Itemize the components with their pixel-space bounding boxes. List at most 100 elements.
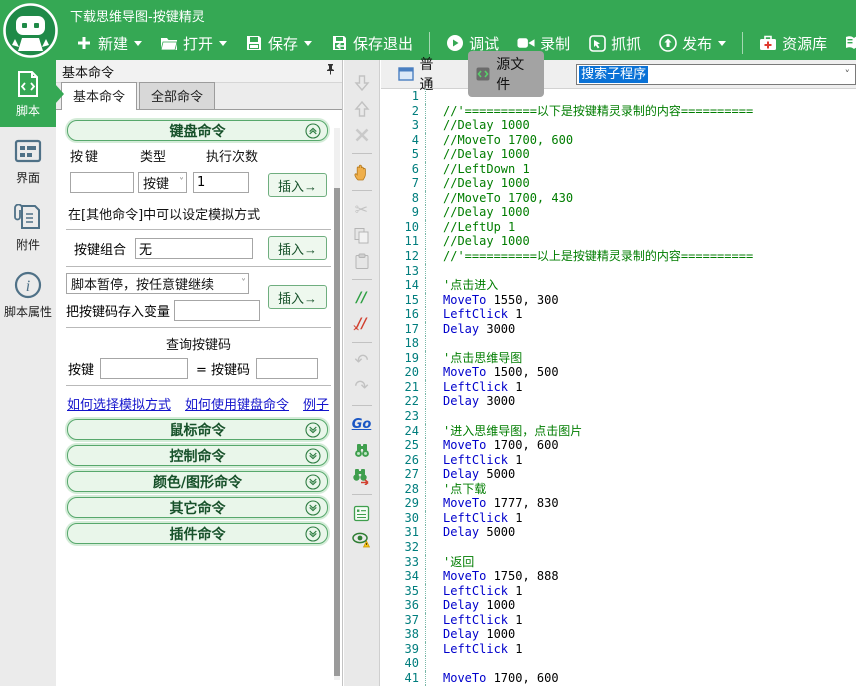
capture-icon — [588, 34, 606, 52]
sidebar-item-attachment[interactable]: 附件 — [0, 194, 56, 261]
code-line[interactable]: 23 — [381, 409, 856, 424]
code-line[interactable]: 11//Delay 1000 — [381, 234, 856, 249]
code-line[interactable]: 34MoveTo 1750, 888 — [381, 569, 856, 584]
toolbar-new-button[interactable]: 新建 — [68, 31, 149, 56]
link-how-to-choose-simulation[interactable]: 如何选择模拟方式 — [67, 394, 171, 413]
chevron-down-icon[interactable] — [304, 41, 312, 46]
code-line[interactable]: 39LeftClick 1 — [381, 642, 856, 657]
subroutine-combobox[interactable]: 搜索子程序 ˅ — [576, 64, 856, 85]
code-line[interactable]: 18 — [381, 336, 856, 351]
script-list-icon[interactable] — [351, 503, 373, 523]
code-text: //MoveTo 1700, 430 — [426, 191, 573, 206]
code-line[interactable]: 30LeftClick 1 — [381, 511, 856, 526]
expand-section-icon[interactable] — [305, 474, 321, 490]
uncomment-icon[interactable]: //✕ — [351, 314, 373, 334]
pause-mode-select[interactable]: 脚本暂停，按任意键继续 ˅ — [66, 273, 249, 294]
code-area[interactable]: 12//'==========以下是按键精灵录制的内容==========3//… — [381, 89, 856, 686]
sidebar-item-ui[interactable]: 界面 — [0, 127, 56, 194]
code-line[interactable]: 32 — [381, 540, 856, 555]
code-line[interactable]: 7//Delay 1000 — [381, 176, 856, 191]
code-line[interactable]: 19'点击思维导图 — [381, 351, 856, 366]
toolbar-capture-button[interactable]: 抓抓 — [581, 31, 648, 56]
key-type-select[interactable]: 按键 ˅ — [138, 172, 187, 193]
expand-section-icon[interactable] — [305, 526, 321, 542]
code-line[interactable]: 6//LeftDown 1 — [381, 162, 856, 177]
code-line[interactable]: 13 — [381, 264, 856, 279]
section-other-commands[interactable]: 其它命令 — [67, 497, 328, 518]
code-line[interactable]: 33'返回 — [381, 555, 856, 570]
link-example[interactable]: 例子 — [303, 394, 329, 413]
tab-basic-commands[interactable]: 基本命令 — [61, 82, 137, 110]
code-line[interactable]: 2//'==========以下是按键精灵录制的内容========== — [381, 104, 856, 119]
find-next-icon[interactable] — [351, 466, 373, 486]
section-color-graphic-commands[interactable]: 颜色/图形命令 — [67, 471, 328, 492]
code-line[interactable]: 27Delay 5000 — [381, 467, 856, 482]
code-line[interactable]: 26LeftClick 1 — [381, 453, 856, 468]
panel-scrollbar[interactable] — [334, 128, 340, 680]
expand-section-icon[interactable] — [305, 500, 321, 516]
code-line[interactable]: 14'点击进入 — [381, 278, 856, 293]
expand-section-icon[interactable] — [305, 422, 321, 438]
link-how-to-use-keyboard-commands[interactable]: 如何使用键盘命令 — [185, 394, 289, 413]
section-control-commands[interactable]: 控制命令 — [67, 445, 328, 466]
code-line[interactable]: 4//MoveTo 1700, 600 — [381, 133, 856, 148]
code-line[interactable]: 5//Delay 1000 — [381, 147, 856, 162]
code-line[interactable]: 12//'==========以上是按键精灵录制的内容========== — [381, 249, 856, 264]
code-line[interactable]: 36Delay 1000 — [381, 598, 856, 613]
tab-all-commands[interactable]: 全部命令 — [139, 82, 215, 109]
insert-combo-button[interactable]: 插入→ — [268, 236, 327, 260]
key-input[interactable] — [70, 172, 134, 193]
section-keyboard-commands[interactable]: 键盘命令 — [67, 120, 328, 141]
pin-icon[interactable] — [325, 63, 336, 79]
watch-icon[interactable] — [351, 529, 373, 549]
query-key-input[interactable] — [100, 358, 188, 379]
code-line[interactable]: 35LeftClick 1 — [381, 584, 856, 599]
code-line[interactable]: 40 — [381, 656, 856, 671]
code-line[interactable]: 29MoveTo 1777, 830 — [381, 496, 856, 511]
query-keycode-input[interactable] — [256, 358, 318, 379]
section-plugin-commands[interactable]: 插件命令 — [67, 523, 328, 544]
line-number: 41 — [381, 671, 426, 686]
code-line[interactable]: 24'进入思维导图，点击图片 — [381, 424, 856, 439]
code-line[interactable]: 8//MoveTo 1700, 430 — [381, 191, 856, 206]
code-line[interactable]: 15MoveTo 1550, 300 — [381, 293, 856, 308]
toolbar-open-button[interactable]: 打开 — [153, 31, 234, 56]
section-mouse-commands[interactable]: 鼠标命令 — [67, 419, 328, 440]
code-line[interactable]: 1 — [381, 89, 856, 104]
insert-key-button[interactable]: 插入→ — [268, 173, 327, 197]
insert-pause-button[interactable]: 插入→ — [268, 285, 327, 309]
goto-icon[interactable]: Go — [351, 414, 373, 434]
comment-icon[interactable]: // — [351, 288, 373, 308]
code-line[interactable]: 9//Delay 1000 — [381, 205, 856, 220]
code-line[interactable]: 37LeftClick 1 — [381, 613, 856, 628]
count-input[interactable] — [193, 172, 249, 193]
scrollbar-thumb[interactable] — [334, 188, 340, 676]
code-line[interactable]: 3//Delay 1000 — [381, 118, 856, 133]
code-line[interactable]: 28'点下载 — [381, 482, 856, 497]
code-line[interactable]: 20MoveTo 1500, 500 — [381, 365, 856, 380]
code-line[interactable]: 25MoveTo 1700, 600 — [381, 438, 856, 453]
chevron-down-icon[interactable] — [718, 41, 726, 46]
toolbar-resource-button[interactable]: 资源库 — [752, 31, 834, 56]
sidebar-item-script-props[interactable]: i脚本属性 — [0, 261, 56, 328]
code-line[interactable]: 38Delay 1000 — [381, 627, 856, 642]
code-line[interactable]: 16LeftClick 1 — [381, 307, 856, 322]
chevron-down-icon[interactable] — [134, 41, 142, 46]
toolbar-save-button[interactable]: 保存 — [238, 31, 319, 56]
code-line[interactable]: 31Delay 5000 — [381, 525, 856, 540]
store-keycode-input[interactable] — [174, 300, 260, 321]
toolbar-publish-button[interactable]: 发布 — [652, 31, 733, 56]
code-line[interactable]: 22Delay 3000 — [381, 394, 856, 409]
chevron-down-icon[interactable] — [219, 41, 227, 46]
find-icon[interactable] — [351, 440, 373, 460]
collapse-section-icon[interactable] — [305, 123, 321, 139]
code-line[interactable]: 21LeftClick 1 — [381, 380, 856, 395]
key-combo-input[interactable] — [135, 238, 253, 259]
code-line[interactable]: 10//LeftUp 1 — [381, 220, 856, 235]
sidebar-item-script[interactable]: 脚本 — [0, 60, 56, 127]
expand-section-icon[interactable] — [305, 448, 321, 464]
code-line[interactable]: 41MoveTo 1700, 600 — [381, 671, 856, 686]
toolbar-learn-button[interactable]: 学习中心 — [838, 31, 856, 56]
drag-hand-icon[interactable] — [351, 162, 373, 182]
code-line[interactable]: 17Delay 3000 — [381, 322, 856, 337]
